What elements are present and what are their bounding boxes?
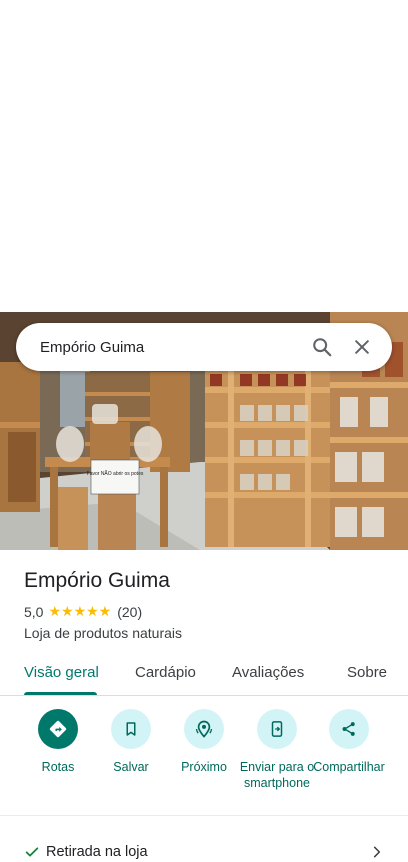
- save-label: Salvar: [113, 760, 149, 774]
- share-button[interactable]: Compartilhar: [307, 709, 391, 775]
- action-bar: Rotas Salvar Próximo Enviar para o smart…: [0, 709, 408, 809]
- star-rating-icon: ★★★★★: [48, 603, 112, 619]
- check-icon: [25, 847, 39, 857]
- review-count[interactable]: (20): [117, 604, 142, 620]
- save-button[interactable]: Salvar: [89, 709, 173, 775]
- rating-value: 5,0: [24, 603, 44, 620]
- place-name: Empório Guima: [24, 569, 170, 592]
- directions-label: Rotas: [41, 760, 75, 774]
- search-bar[interactable]: Empório Guima: [16, 323, 392, 371]
- close-icon[interactable]: [342, 327, 382, 367]
- nearby-label: Próximo: [181, 760, 227, 774]
- map-area: [0, 0, 408, 312]
- tab-reviews[interactable]: Avaliações: [232, 664, 304, 681]
- send-to-phone-label: Enviar para o smartphone: [239, 760, 315, 790]
- nearby-button[interactable]: Próximo: [162, 709, 246, 775]
- tab-about[interactable]: Sobre: [347, 664, 387, 681]
- bookmark-icon: [111, 709, 151, 749]
- active-tab-indicator: [24, 692, 97, 695]
- photo-sign-text: Favor NÃO abrir os potes: [87, 470, 144, 477]
- send-to-phone-icon: [257, 709, 297, 749]
- search-icon[interactable]: [302, 327, 342, 367]
- share-icon: [329, 709, 369, 749]
- pickup-attribute-row[interactable]: Retirada na loja: [24, 840, 384, 862]
- rating-row[interactable]: 5,0 ★★★★★ (20): [24, 603, 142, 620]
- place-category[interactable]: Loja de produtos naturais: [24, 625, 182, 641]
- divider: [0, 815, 408, 816]
- share-label: Compartilhar: [313, 760, 385, 774]
- search-input[interactable]: Empório Guima: [40, 339, 302, 356]
- directions-icon: [38, 709, 78, 749]
- nearby-icon: [184, 709, 224, 749]
- pickup-label: Retirada na loja: [46, 844, 148, 860]
- directions-button[interactable]: Rotas: [16, 709, 100, 775]
- tab-menu[interactable]: Cardápio: [135, 664, 196, 681]
- tab-overview[interactable]: Visão geral: [24, 664, 99, 681]
- chevron-right-icon[interactable]: [370, 845, 384, 859]
- tab-bar: Visão geral Cardápio Avaliações Sobre: [0, 655, 408, 696]
